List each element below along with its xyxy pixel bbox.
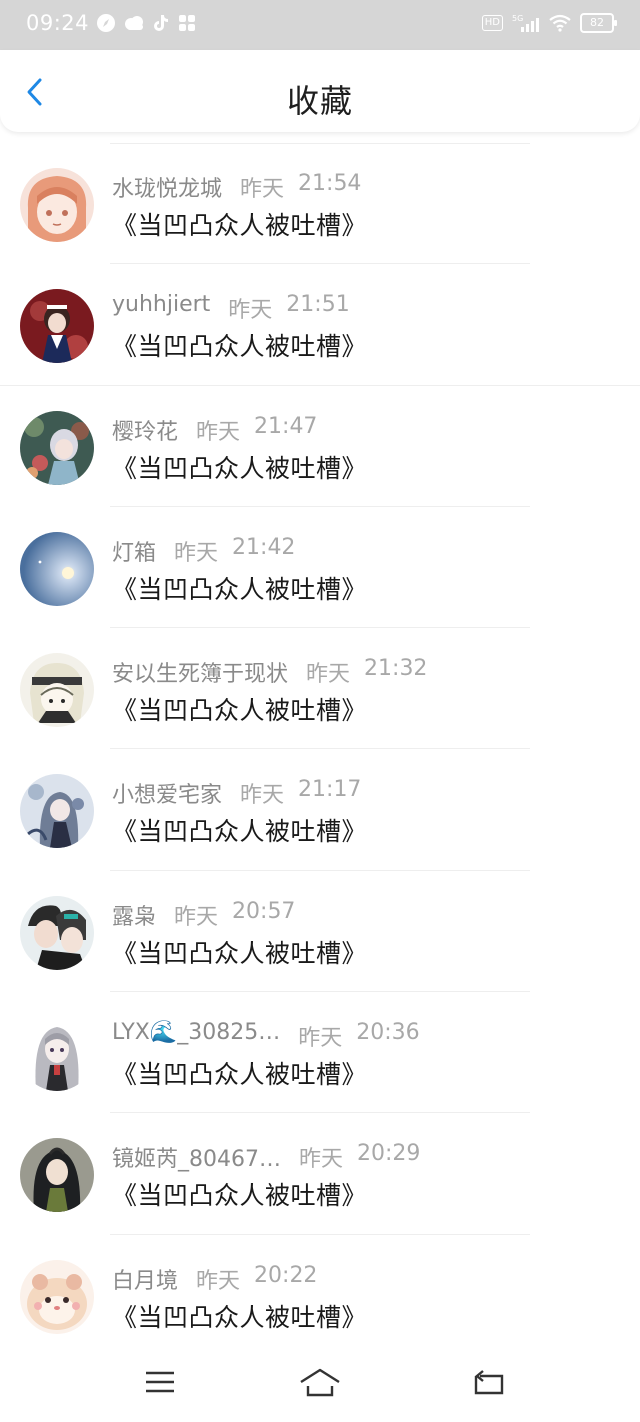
list-item[interactable]: 安以生死簿于现状 昨天 21:32 《当凹凸众人被吐槽》 (0, 628, 640, 750)
post-title[interactable]: 《当凹凸众人被吐槽》 (112, 812, 367, 848)
page-title: 收藏 (286, 82, 353, 120)
list-item[interactable]: 白月境 昨天 20:22 《当凹凸众人被吐槽》 (0, 1235, 640, 1356)
couple-avatar[interactable] (20, 895, 94, 970)
dark-girl-avatar[interactable] (20, 774, 94, 849)
post-date: 昨天 (174, 540, 219, 566)
username[interactable]: 露枭 (112, 899, 156, 931)
dark-hair-avatar[interactable] (20, 1138, 94, 1213)
back-nav-button[interactable] (466, 1360, 510, 1404)
post-date: 昨天 (306, 662, 351, 688)
menu-button[interactable] (138, 1360, 182, 1404)
post-title[interactable]: 《当凹凸众人被吐槽》 (112, 1055, 367, 1091)
forest-girl-avatar[interactable] (20, 410, 94, 485)
maid-anime-avatar[interactable] (20, 289, 94, 364)
list-item[interactable]: 露枭 昨天 20:57 《当凹凸众人被吐槽》 (0, 871, 640, 993)
post-time: 20:57 (232, 898, 296, 924)
list-item[interactable]: yuhhjiert 昨天 21:51 《当凹凸众人被吐槽》 (0, 264, 640, 386)
post-date: 昨天 (299, 1147, 344, 1173)
post-title[interactable]: 《当凹凸众人被吐槽》 (112, 327, 367, 363)
status-notification-icons (96, 13, 197, 33)
signal-icon: 5G (512, 14, 539, 32)
username[interactable]: 小想爱宅家 (112, 777, 222, 809)
list-item[interactable]: 镜姬芮_80467… 昨天 20:29 《当凹凸众人被吐槽》 (0, 1113, 640, 1235)
status-bar: 09:24 HD 5G 82 (0, 0, 640, 50)
wifi-icon (549, 14, 571, 32)
silver-hair-avatar[interactable] (20, 1017, 94, 1092)
username[interactable]: 白月境 (112, 1263, 178, 1295)
sketch-character-avatar[interactable] (20, 653, 94, 728)
post-time: 20:36 (356, 1020, 420, 1046)
home-icon (300, 1368, 340, 1397)
username[interactable]: 樱玲花 (112, 414, 178, 446)
post-title[interactable]: 《当凹凸众人被吐槽》 (112, 1298, 367, 1334)
list-item[interactable]: 灯箱 昨天 21:42 《当凹凸众人被吐槽》 (0, 507, 640, 629)
post-date: 昨天 (298, 1026, 343, 1052)
header: 收藏 (0, 50, 640, 132)
home-button[interactable] (298, 1360, 342, 1404)
post-date: 昨天 (174, 904, 219, 930)
post-title[interactable]: 《当凹凸众人被吐槽》 (112, 691, 367, 727)
list-item[interactable]: 樱玲花 昨天 21:47 《当凹凸众人被吐槽》 (0, 386, 640, 507)
back-nav-icon (474, 1370, 504, 1395)
post-time: 21:51 (286, 292, 350, 318)
hamster-avatar[interactable] (20, 1259, 94, 1334)
username[interactable]: 水珑悦龙城 (112, 171, 222, 203)
menu-icon (146, 1371, 174, 1393)
post-title[interactable]: 《当凹凸众人被吐槽》 (112, 934, 367, 970)
post-time: 21:42 (232, 534, 296, 560)
post-title[interactable]: 《当凹凸众人被吐槽》 (112, 570, 367, 606)
post-date: 昨天 (240, 783, 285, 809)
pinwheel-icon (179, 15, 195, 31)
battery-indicator: 82 (580, 13, 617, 33)
hd-badge: HD (481, 15, 503, 31)
network-label: 5G (512, 14, 523, 23)
post-date: 昨天 (196, 419, 241, 445)
post-date: 昨天 (196, 1268, 241, 1294)
cloud-icon (125, 16, 143, 30)
post-time: 20:22 (254, 1262, 318, 1288)
status-time: 09:24 (26, 11, 90, 35)
peach-anime-avatar[interactable] (20, 168, 94, 242)
list-item[interactable]: 小想爱宅家 昨天 21:17 《当凹凸众人被吐槽》 (0, 749, 640, 871)
post-time: 21:47 (254, 413, 318, 439)
post-title[interactable]: 《当凹凸众人被吐槽》 (112, 206, 367, 242)
username[interactable]: LYX🌊_30825… (112, 1020, 280, 1052)
username[interactable]: 安以生死簿于现状 (112, 656, 288, 688)
username[interactable]: yuhhjiert (112, 292, 210, 324)
post-time: 21:54 (298, 171, 362, 196)
system-nav-bar (0, 1342, 640, 1422)
compass-icon (97, 14, 115, 32)
post-time: 21:17 (298, 777, 362, 803)
username[interactable]: 镜姬芮_80467… (112, 1141, 281, 1173)
tiktok-icon (154, 15, 168, 31)
post-date: 昨天 (228, 298, 273, 324)
list-item[interactable]: 水珑悦龙城 昨天 21:54 《当凹凸众人被吐槽》 (0, 143, 640, 265)
status-system-icons: HD 5G 82 (481, 13, 617, 33)
username[interactable]: 灯箱 (112, 535, 156, 567)
favorites-list: 水珑悦龙城 昨天 21:54 《当凹凸众人被吐槽》 yuhhjiert 昨天 21:51… (0, 143, 640, 1356)
post-title[interactable]: 《当凹凸众人被吐槽》 (112, 449, 367, 485)
post-time: 21:32 (364, 656, 428, 682)
post-date: 昨天 (240, 177, 285, 202)
list-item[interactable]: LYX🌊_30825… 昨天 20:36 《当凹凸众人被吐槽》 (0, 992, 640, 1114)
post-title[interactable]: 《当凹凸众人被吐槽》 (112, 1176, 367, 1212)
moon-sky-avatar[interactable] (20, 531, 94, 606)
post-time: 20:29 (357, 1141, 421, 1167)
